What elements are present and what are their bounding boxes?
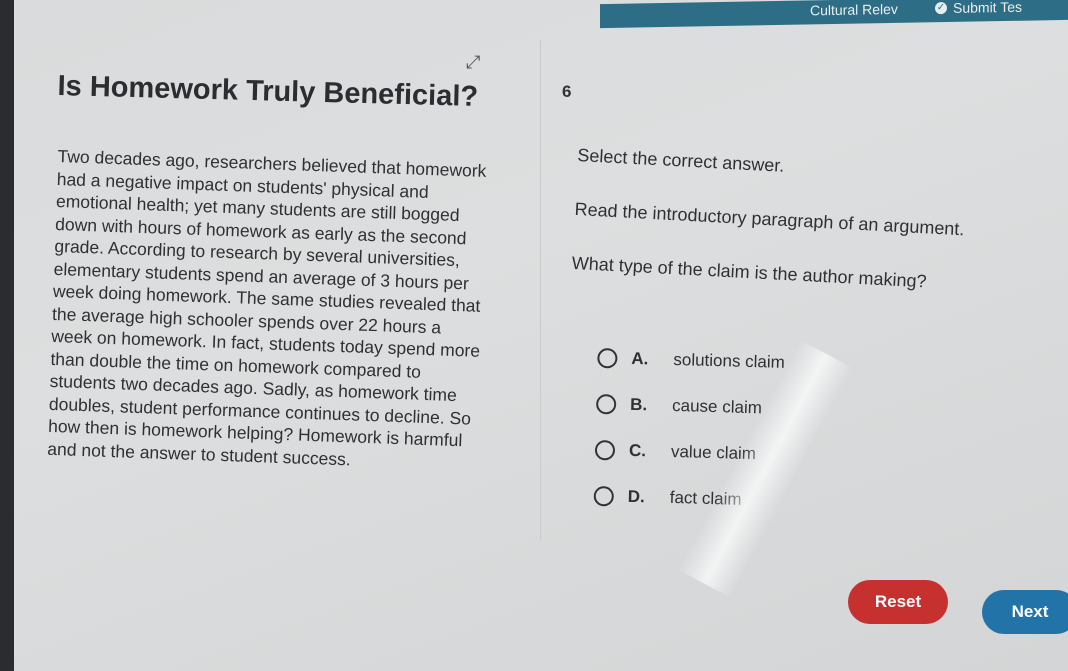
article-passage: Two decades ago, researchers believed th… [47,145,488,475]
radio-button[interactable] [597,347,618,369]
radio-button[interactable] [595,393,617,415]
option-letter: D. [627,486,646,507]
option-letter: C. [628,440,647,461]
submit-label: Submit Tes [953,0,1022,16]
question-number: 6 [562,82,572,101]
prompt-line-2: What type of the claim is the author mak… [571,252,928,292]
panel-divider [540,40,541,540]
option-letter: A. [631,348,649,369]
expand-icon[interactable]: ⤢ [466,52,492,78]
option-text: solutions claim [673,349,786,372]
submit-test-button[interactable]: ✓ Submit Tes [935,0,1022,16]
passage-text: Two decades ago, researchers believed th… [47,145,487,469]
option-a[interactable]: A. solutions claim [597,335,786,386]
radio-button[interactable] [594,439,616,461]
check-icon: ✓ [935,2,947,15]
question-panel: Select the correct answer. Read the intr… [570,145,1048,331]
option-letter: B. [629,394,648,415]
reset-button[interactable]: Reset [848,580,948,624]
next-button[interactable]: Next [982,590,1068,634]
option-text: cause claim [671,395,763,418]
tab-name[interactable]: Cultural Relev [810,1,898,19]
radio-button[interactable] [593,485,615,507]
prompt-line-1: Read the introductory paragraph of an ar… [574,198,965,240]
